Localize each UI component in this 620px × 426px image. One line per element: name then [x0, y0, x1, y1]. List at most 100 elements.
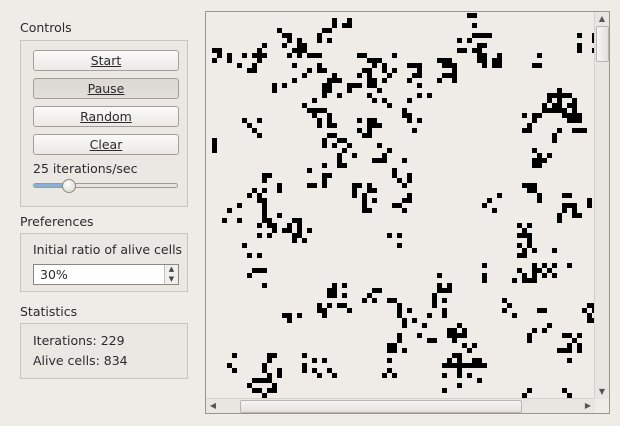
alive-cell[interactable]: [382, 158, 387, 163]
alive-cell[interactable]: [417, 93, 422, 98]
alive-cell[interactable]: [457, 383, 462, 388]
alive-cell[interactable]: [367, 73, 372, 78]
alive-cell[interactable]: [547, 153, 552, 158]
alive-cell[interactable]: [392, 343, 397, 348]
alive-cell[interactable]: [407, 78, 412, 83]
alive-cell[interactable]: [297, 223, 302, 228]
alive-cell[interactable]: [257, 268, 262, 273]
alive-cell[interactable]: [297, 313, 302, 318]
alive-cell[interactable]: [462, 48, 467, 53]
alive-cell[interactable]: [527, 243, 532, 248]
alive-cell[interactable]: [477, 48, 482, 53]
board-scroll-area[interactable]: ▲ ▼ ◀ ▶: [205, 11, 610, 414]
start-button[interactable]: Start: [33, 50, 179, 71]
alive-cell[interactable]: [302, 73, 307, 78]
alive-cell[interactable]: [257, 118, 262, 123]
alive-cell[interactable]: [372, 58, 377, 63]
alive-cell[interactable]: [317, 53, 322, 58]
alive-cell[interactable]: [212, 148, 217, 153]
alive-cell[interactable]: [512, 278, 517, 283]
alive-cell[interactable]: [392, 203, 397, 208]
alive-cell[interactable]: [422, 323, 427, 328]
alive-cell[interactable]: [497, 58, 502, 63]
alive-cell[interactable]: [442, 58, 447, 63]
alive-cell[interactable]: [257, 253, 262, 258]
alive-cell[interactable]: [302, 238, 307, 243]
alive-cell[interactable]: [357, 73, 362, 78]
alive-cell[interactable]: [492, 58, 497, 63]
alive-cell[interactable]: [452, 363, 457, 368]
alive-cell[interactable]: [327, 113, 332, 118]
down-arrow-icon[interactable]: ▼: [595, 385, 609, 399]
alive-cell[interactable]: [347, 18, 352, 23]
alive-cell[interactable]: [337, 93, 342, 98]
alive-cell[interactable]: [252, 188, 257, 193]
alive-cell[interactable]: [427, 313, 432, 318]
alive-cell[interactable]: [472, 363, 477, 368]
alive-cell[interactable]: [582, 128, 587, 133]
alive-cell[interactable]: [332, 293, 337, 298]
alive-cell[interactable]: [522, 253, 527, 258]
alive-cell[interactable]: [352, 153, 357, 158]
alive-cell[interactable]: [402, 318, 407, 323]
alive-cell[interactable]: [487, 33, 492, 38]
alive-cell[interactable]: [257, 233, 262, 238]
alive-cell[interactable]: [417, 118, 422, 123]
alive-cell[interactable]: [367, 133, 372, 138]
alive-cell[interactable]: [522, 228, 527, 233]
alive-cell[interactable]: [332, 123, 337, 128]
alive-cell[interactable]: [372, 63, 377, 68]
alive-cell[interactable]: [577, 333, 582, 338]
alive-cell[interactable]: [567, 358, 572, 363]
alive-cell[interactable]: [467, 348, 472, 353]
alive-cell[interactable]: [537, 163, 542, 168]
alive-cell[interactable]: [392, 173, 397, 178]
spin-up-icon[interactable]: ▲: [165, 265, 178, 274]
alive-cell[interactable]: [277, 28, 282, 33]
alive-cell[interactable]: [552, 138, 557, 143]
alive-cell[interactable]: [407, 98, 412, 103]
alive-cell[interactable]: [292, 78, 297, 83]
alive-cell[interactable]: [347, 143, 352, 148]
alive-cell[interactable]: [557, 108, 562, 113]
alive-cell[interactable]: [322, 163, 327, 168]
alive-cell[interactable]: [437, 78, 442, 83]
alive-cell[interactable]: [537, 198, 542, 203]
cell-board[interactable]: [207, 13, 595, 400]
alive-cell[interactable]: [407, 198, 412, 203]
alive-cell[interactable]: [287, 223, 292, 228]
alive-cell[interactable]: [237, 218, 242, 223]
alive-cell[interactable]: [327, 38, 332, 43]
alive-cell[interactable]: [367, 123, 372, 128]
alive-cell[interactable]: [262, 208, 267, 213]
alive-cell[interactable]: [297, 48, 302, 53]
random-button[interactable]: Random: [33, 106, 179, 127]
alive-cell[interactable]: [447, 328, 452, 333]
alive-cell[interactable]: [277, 373, 282, 378]
alive-cell[interactable]: [537, 113, 542, 118]
alive-cell[interactable]: [347, 23, 352, 28]
alive-cell[interactable]: [472, 23, 477, 28]
alive-cell[interactable]: [262, 173, 267, 178]
alive-cell[interactable]: [507, 303, 512, 308]
alive-cell[interactable]: [542, 273, 547, 278]
alive-cell[interactable]: [232, 353, 237, 358]
alive-cell[interactable]: [272, 353, 277, 358]
alive-cell[interactable]: [527, 338, 532, 343]
alive-cell[interactable]: [357, 83, 362, 88]
alive-cell[interactable]: [252, 68, 257, 73]
alive-cell[interactable]: [567, 348, 572, 353]
alive-cell[interactable]: [327, 303, 332, 308]
alive-cell[interactable]: [447, 288, 452, 293]
alive-cell[interactable]: [377, 123, 382, 128]
alive-cell[interactable]: [312, 358, 317, 363]
alive-cell[interactable]: [442, 298, 447, 303]
alive-cell[interactable]: [562, 108, 567, 113]
alive-cell[interactable]: [357, 183, 362, 188]
alive-cell[interactable]: [357, 118, 362, 123]
alive-cell[interactable]: [317, 38, 322, 43]
alive-cell[interactable]: [407, 193, 412, 198]
alive-cell[interactable]: [462, 343, 467, 348]
alive-cell[interactable]: [257, 133, 262, 138]
alive-cell[interactable]: [572, 128, 577, 133]
